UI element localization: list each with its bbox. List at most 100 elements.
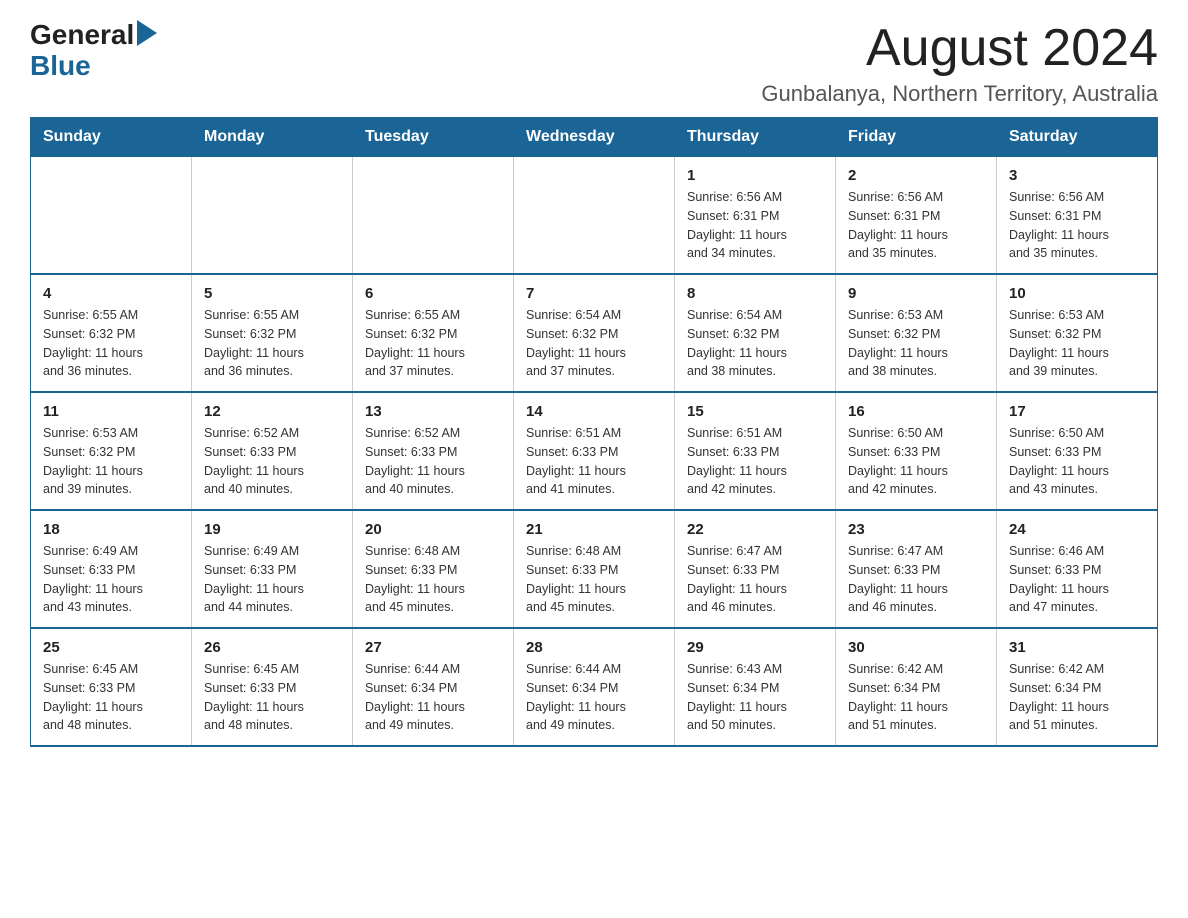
- day-number: 3: [1009, 167, 1145, 184]
- day-info: Sunrise: 6:53 AMSunset: 6:32 PMDaylight:…: [43, 424, 179, 499]
- day-number: 18: [43, 521, 179, 538]
- day-number: 12: [204, 403, 340, 420]
- day-number: 22: [687, 521, 823, 538]
- day-info: Sunrise: 6:49 AMSunset: 6:33 PMDaylight:…: [43, 542, 179, 617]
- calendar-cell: [514, 157, 675, 275]
- header-monday: Monday: [192, 118, 353, 157]
- day-info: Sunrise: 6:47 AMSunset: 6:33 PMDaylight:…: [848, 542, 984, 617]
- month-title: August 2024: [761, 20, 1158, 77]
- day-number: 10: [1009, 285, 1145, 302]
- calendar-cell: 4 Sunrise: 6:55 AMSunset: 6:32 PMDaylight…: [31, 274, 192, 392]
- day-info: Sunrise: 6:56 AMSunset: 6:31 PMDaylight:…: [687, 188, 823, 263]
- day-number: 13: [365, 403, 501, 420]
- calendar-cell: 13 Sunrise: 6:52 AMSunset: 6:33 PMDayligh…: [353, 392, 514, 510]
- calendar-cell: 31 Sunrise: 6:42 AMSunset: 6:34 PMDayligh…: [997, 628, 1158, 746]
- calendar-cell: 12 Sunrise: 6:52 AMSunset: 6:33 PMDayligh…: [192, 392, 353, 510]
- day-number: 15: [687, 403, 823, 420]
- day-info: Sunrise: 6:55 AMSunset: 6:32 PMDaylight:…: [43, 306, 179, 381]
- day-info: Sunrise: 6:56 AMSunset: 6:31 PMDaylight:…: [1009, 188, 1145, 263]
- calendar-cell: 1 Sunrise: 6:56 AMSunset: 6:31 PMDaylight…: [675, 157, 836, 275]
- calendar-cell: 29Sunrise: 6:43 AMSunset: 6:34 PMDayligh…: [675, 628, 836, 746]
- header-tuesday: Tuesday: [353, 118, 514, 157]
- calendar-cell: 18 Sunrise: 6:49 AMSunset: 6:33 PMDayligh…: [31, 510, 192, 628]
- logo: General Blue: [30, 20, 157, 82]
- day-info: Sunrise: 6:46 AMSunset: 6:33 PMDaylight:…: [1009, 542, 1145, 617]
- day-info: Sunrise: 6:52 AMSunset: 6:33 PMDaylight:…: [365, 424, 501, 499]
- week-row-3: 11 Sunrise: 6:53 AMSunset: 6:32 PMDayligh…: [31, 392, 1158, 510]
- day-info: Sunrise: 6:48 AMSunset: 6:33 PMDaylight:…: [526, 542, 662, 617]
- calendar-cell: 3 Sunrise: 6:56 AMSunset: 6:31 PMDaylight…: [997, 157, 1158, 275]
- location-title: Gunbalanya, Northern Territory, Australi…: [761, 81, 1158, 107]
- calendar-cell: 11 Sunrise: 6:53 AMSunset: 6:32 PMDayligh…: [31, 392, 192, 510]
- calendar-table: SundayMondayTuesdayWednesdayThursdayFrid…: [30, 117, 1158, 747]
- calendar-cell: 25Sunrise: 6:45 AMSunset: 6:33 PMDayligh…: [31, 628, 192, 746]
- calendar-cell: 26Sunrise: 6:45 AMSunset: 6:33 PMDayligh…: [192, 628, 353, 746]
- calendar-cell: 28Sunrise: 6:44 AMSunset: 6:34 PMDayligh…: [514, 628, 675, 746]
- day-number: 29: [687, 639, 823, 656]
- day-number: 17: [1009, 403, 1145, 420]
- day-number: 20: [365, 521, 501, 538]
- day-number: 1: [687, 167, 823, 184]
- calendar-cell: 15 Sunrise: 6:51 AMSunset: 6:33 PMDayligh…: [675, 392, 836, 510]
- day-info: Sunrise: 6:50 AMSunset: 6:33 PMDaylight:…: [1009, 424, 1145, 499]
- header-wednesday: Wednesday: [514, 118, 675, 157]
- week-row-5: 25Sunrise: 6:45 AMSunset: 6:33 PMDayligh…: [31, 628, 1158, 746]
- header-thursday: Thursday: [675, 118, 836, 157]
- week-row-2: 4 Sunrise: 6:55 AMSunset: 6:32 PMDaylight…: [31, 274, 1158, 392]
- day-info: Sunrise: 6:47 AMSunset: 6:33 PMDaylight:…: [687, 542, 823, 617]
- week-row-4: 18 Sunrise: 6:49 AMSunset: 6:33 PMDayligh…: [31, 510, 1158, 628]
- day-number: 31: [1009, 639, 1145, 656]
- day-number: 19: [204, 521, 340, 538]
- page-header: General Blue August 2024 Gunbalanya, Nor…: [30, 20, 1158, 107]
- calendar-header-row: SundayMondayTuesdayWednesdayThursdayFrid…: [31, 118, 1158, 157]
- day-number: 7: [526, 285, 662, 302]
- header-sunday: Sunday: [31, 118, 192, 157]
- logo-arrow-icon: [137, 20, 157, 46]
- day-info: Sunrise: 6:42 AMSunset: 6:34 PMDaylight:…: [1009, 660, 1145, 735]
- day-info: Sunrise: 6:56 AMSunset: 6:31 PMDaylight:…: [848, 188, 984, 263]
- calendar-cell: 17 Sunrise: 6:50 AMSunset: 6:33 PMDayligh…: [997, 392, 1158, 510]
- calendar-cell: 19 Sunrise: 6:49 AMSunset: 6:33 PMDayligh…: [192, 510, 353, 628]
- day-info: Sunrise: 6:54 AMSunset: 6:32 PMDaylight:…: [687, 306, 823, 381]
- calendar-cell: [31, 157, 192, 275]
- calendar-cell: 6 Sunrise: 6:55 AMSunset: 6:32 PMDaylight…: [353, 274, 514, 392]
- calendar-cell: 24 Sunrise: 6:46 AMSunset: 6:33 PMDayligh…: [997, 510, 1158, 628]
- calendar-cell: 20 Sunrise: 6:48 AMSunset: 6:33 PMDayligh…: [353, 510, 514, 628]
- day-number: 5: [204, 285, 340, 302]
- day-info: Sunrise: 6:55 AMSunset: 6:32 PMDaylight:…: [365, 306, 501, 381]
- day-number: 30: [848, 639, 984, 656]
- day-number: 4: [43, 285, 179, 302]
- calendar-cell: [192, 157, 353, 275]
- day-number: 24: [1009, 521, 1145, 538]
- day-info: Sunrise: 6:52 AMSunset: 6:33 PMDaylight:…: [204, 424, 340, 499]
- logo-general-text: General: [30, 20, 134, 51]
- day-number: 16: [848, 403, 984, 420]
- calendar-cell: 16 Sunrise: 6:50 AMSunset: 6:33 PMDayligh…: [836, 392, 997, 510]
- calendar-cell: 10Sunrise: 6:53 AMSunset: 6:32 PMDayligh…: [997, 274, 1158, 392]
- calendar-cell: 22 Sunrise: 6:47 AMSunset: 6:33 PMDayligh…: [675, 510, 836, 628]
- day-number: 14: [526, 403, 662, 420]
- day-info: Sunrise: 6:48 AMSunset: 6:33 PMDaylight:…: [365, 542, 501, 617]
- day-info: Sunrise: 6:42 AMSunset: 6:34 PMDaylight:…: [848, 660, 984, 735]
- logo-blue-text: Blue: [30, 50, 91, 81]
- day-number: 9: [848, 285, 984, 302]
- day-number: 8: [687, 285, 823, 302]
- calendar-cell: 8 Sunrise: 6:54 AMSunset: 6:32 PMDaylight…: [675, 274, 836, 392]
- day-number: 2: [848, 167, 984, 184]
- header-saturday: Saturday: [997, 118, 1158, 157]
- calendar-cell: 14Sunrise: 6:51 AMSunset: 6:33 PMDayligh…: [514, 392, 675, 510]
- title-section: August 2024 Gunbalanya, Northern Territo…: [761, 20, 1158, 107]
- day-number: 26: [204, 639, 340, 656]
- day-info: Sunrise: 6:50 AMSunset: 6:33 PMDaylight:…: [848, 424, 984, 499]
- day-number: 21: [526, 521, 662, 538]
- day-number: 23: [848, 521, 984, 538]
- calendar-cell: 9Sunrise: 6:53 AMSunset: 6:32 PMDaylight…: [836, 274, 997, 392]
- day-number: 6: [365, 285, 501, 302]
- week-row-1: 1 Sunrise: 6:56 AMSunset: 6:31 PMDaylight…: [31, 157, 1158, 275]
- day-info: Sunrise: 6:49 AMSunset: 6:33 PMDaylight:…: [204, 542, 340, 617]
- day-number: 28: [526, 639, 662, 656]
- day-info: Sunrise: 6:55 AMSunset: 6:32 PMDaylight:…: [204, 306, 340, 381]
- day-number: 11: [43, 403, 179, 420]
- calendar-cell: 2 Sunrise: 6:56 AMSunset: 6:31 PMDaylight…: [836, 157, 997, 275]
- day-info: Sunrise: 6:51 AMSunset: 6:33 PMDaylight:…: [687, 424, 823, 499]
